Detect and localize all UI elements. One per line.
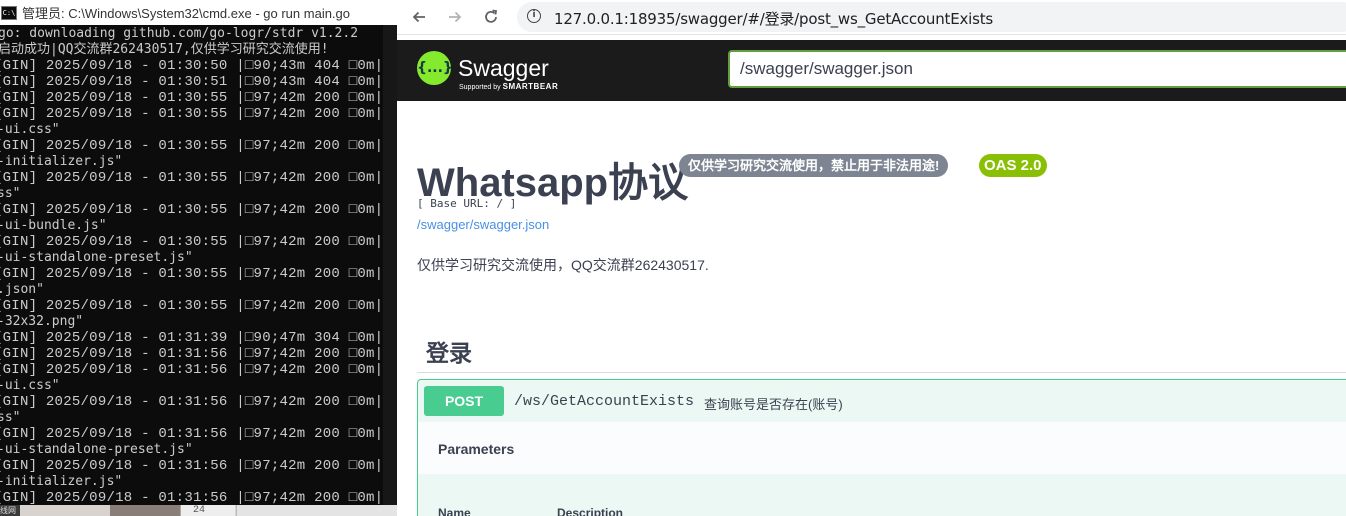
taskbar-label: 线网 [0,505,20,516]
spec-url-input[interactable]: /swagger/swagger.json [728,50,1346,88]
reload-button[interactable] [479,5,503,29]
console-line: [GIN] 2025/09/18 - 01:31:56 |□97;42m 200… [0,346,384,362]
swagger-logo-text[interactable]: Swagger [458,55,549,82]
operation-summary[interactable]: POST /ws/GetAccountExists 查询账号是否存在(账号) [418,380,1346,423]
console-line: [GIN] 2025/09/18 - 01:31:39 |□90;47m 304… [0,330,384,346]
console-line: [GIN] 2025/09/18 - 01:30:55 |□97;42m 200… [0,90,384,106]
console-line: -ui-standalone-preset.js" [0,442,193,457]
console-line: [GIN] 2025/09/18 - 01:30:55 |□97;42m 200… [0,266,384,282]
taskbar-number: 24 [180,505,235,516]
browser-window: i 127.0.0.1:18935/swagger/#/登录/post_ws_G… [397,0,1346,516]
arrow-right-icon [449,11,462,23]
parameters-title: Parameters [438,441,515,457]
cmd-window: C:\ 管理员: C:\Windows\System32\cmd.exe - g… [0,0,397,516]
operation-path[interactable]: /ws/GetAccountExists [514,393,694,410]
console-line: [GIN] 2025/09/18 - 01:30:55 |□97;42m 200… [0,234,384,250]
spec-link[interactable]: /swagger/swagger.json [417,217,549,232]
tag-section-title[interactable]: 登录 [426,334,472,368]
taskbar-strip: 线网 24 [0,505,397,516]
logo-supported-text: Supported by [459,84,501,91]
operation-block: POST /ws/GetAccountExists 查询账号是否存在(账号) P… [417,379,1346,516]
console-line: .json" [0,282,44,297]
console-line: -ui.css" [0,122,60,137]
taskbar-thumbnail [110,505,180,516]
post-method-badge[interactable]: POST [424,386,504,416]
console-line: [GIN] 2025/09/18 - 01:30:50 |□90;43m 404… [0,58,384,74]
param-col-name: Name [438,506,471,516]
console-line: -initializer.js" [0,154,123,169]
parameters-header: Parameters [418,422,1346,474]
arrow-left-icon [412,11,425,23]
cmd-window-title: 管理员: C:\Windows\System32\cmd.exe - go ru… [22,6,351,21]
forward-button[interactable] [443,5,467,29]
param-col-description: Description [557,506,624,516]
swagger-logo-icon[interactable]: {...} [417,51,453,85]
logo-company-text: SMARTBEAR [502,82,559,91]
oas-badge: OAS 2.0 [979,154,1047,177]
console-line: [GIN] 2025/09/18 - 01:31:56 |□97;42m 200… [0,490,384,505]
base-url: [ Base URL: / ] [417,197,517,210]
console-line: -ui.css" [0,378,60,393]
version-badge: 仅供学习研究交流使用，禁止用于非法用途! [679,154,949,177]
console-line: [GIN] 2025/09/18 - 01:31:56 |□97;42m 200… [0,426,384,442]
back-button[interactable] [407,5,431,29]
browser-toolbar: i 127.0.0.1:18935/swagger/#/登录/post_ws_G… [397,0,1346,35]
console-line: [GIN] 2025/09/18 - 01:30:55 |□97;42m 200… [0,170,384,186]
console-line: [GIN] 2025/09/18 - 01:30:55 |□97;42m 200… [0,202,384,218]
console-line: [GIN] 2025/09/18 - 01:31:56 |□97;42m 200… [0,362,384,378]
console-line: ss" [0,410,21,425]
tag-divider [417,372,1346,373]
site-info-icon[interactable]: i [527,9,541,23]
console-line: -ui-bundle.js" [0,218,107,233]
swagger-topbar: {...} Swagger Supported by SMARTBEAR /sw… [397,40,1346,101]
reload-icon [485,9,498,23]
console-line: [GIN] 2025/09/18 - 01:30:55 |□97;42m 200… [0,106,384,122]
console-line: ss" [0,186,21,201]
cmd-app-icon: C:\ [1,5,17,20]
url-text[interactable]: 127.0.0.1:18935/swagger/#/登录/post_ws_Get… [554,8,993,29]
taskbar-item [236,505,397,516]
cmd-scrollbar[interactable] [383,25,397,505]
console-line: -ui-standalone-preset.js" [0,250,193,265]
console-line: -32x32.png" [0,314,84,329]
console-line: go: downloading github.com/go-logr/stdr … [0,26,359,41]
cmd-console-output[interactable]: go: downloading github.com/go-logr/stdr … [0,25,397,505]
console-line: [GIN] 2025/09/18 - 01:30:55 |□97;42m 200… [0,138,384,154]
console-line: 启动成功|QQ交流群262430517,仅供学习研究交流使用! [0,42,329,57]
console-line: [GIN] 2025/09/18 - 01:31:56 |□97;42m 200… [0,458,384,474]
operation-description[interactable]: 查询账号是否存在(账号) [704,394,843,413]
cmd-title-bar[interactable]: C:\ 管理员: C:\Windows\System32\cmd.exe - g… [0,0,397,25]
console-line: [GIN] 2025/09/18 - 01:30:55 |□97;42m 200… [0,298,384,314]
swagger-logo-subtitle: Supported by SMARTBEAR [459,82,558,91]
console-line: -initializer.js" [0,474,123,489]
api-description: 仅供学习研究交流使用，QQ交流群262430517. [417,257,709,273]
console-line: [GIN] 2025/09/18 - 01:31:56 |□97;42m 200… [0,394,384,410]
address-bar[interactable]: i 127.0.0.1:18935/swagger/#/登录/post_ws_G… [517,2,1346,32]
console-line: [GIN] 2025/09/18 - 01:30:51 |□90;43m 404… [0,74,384,90]
